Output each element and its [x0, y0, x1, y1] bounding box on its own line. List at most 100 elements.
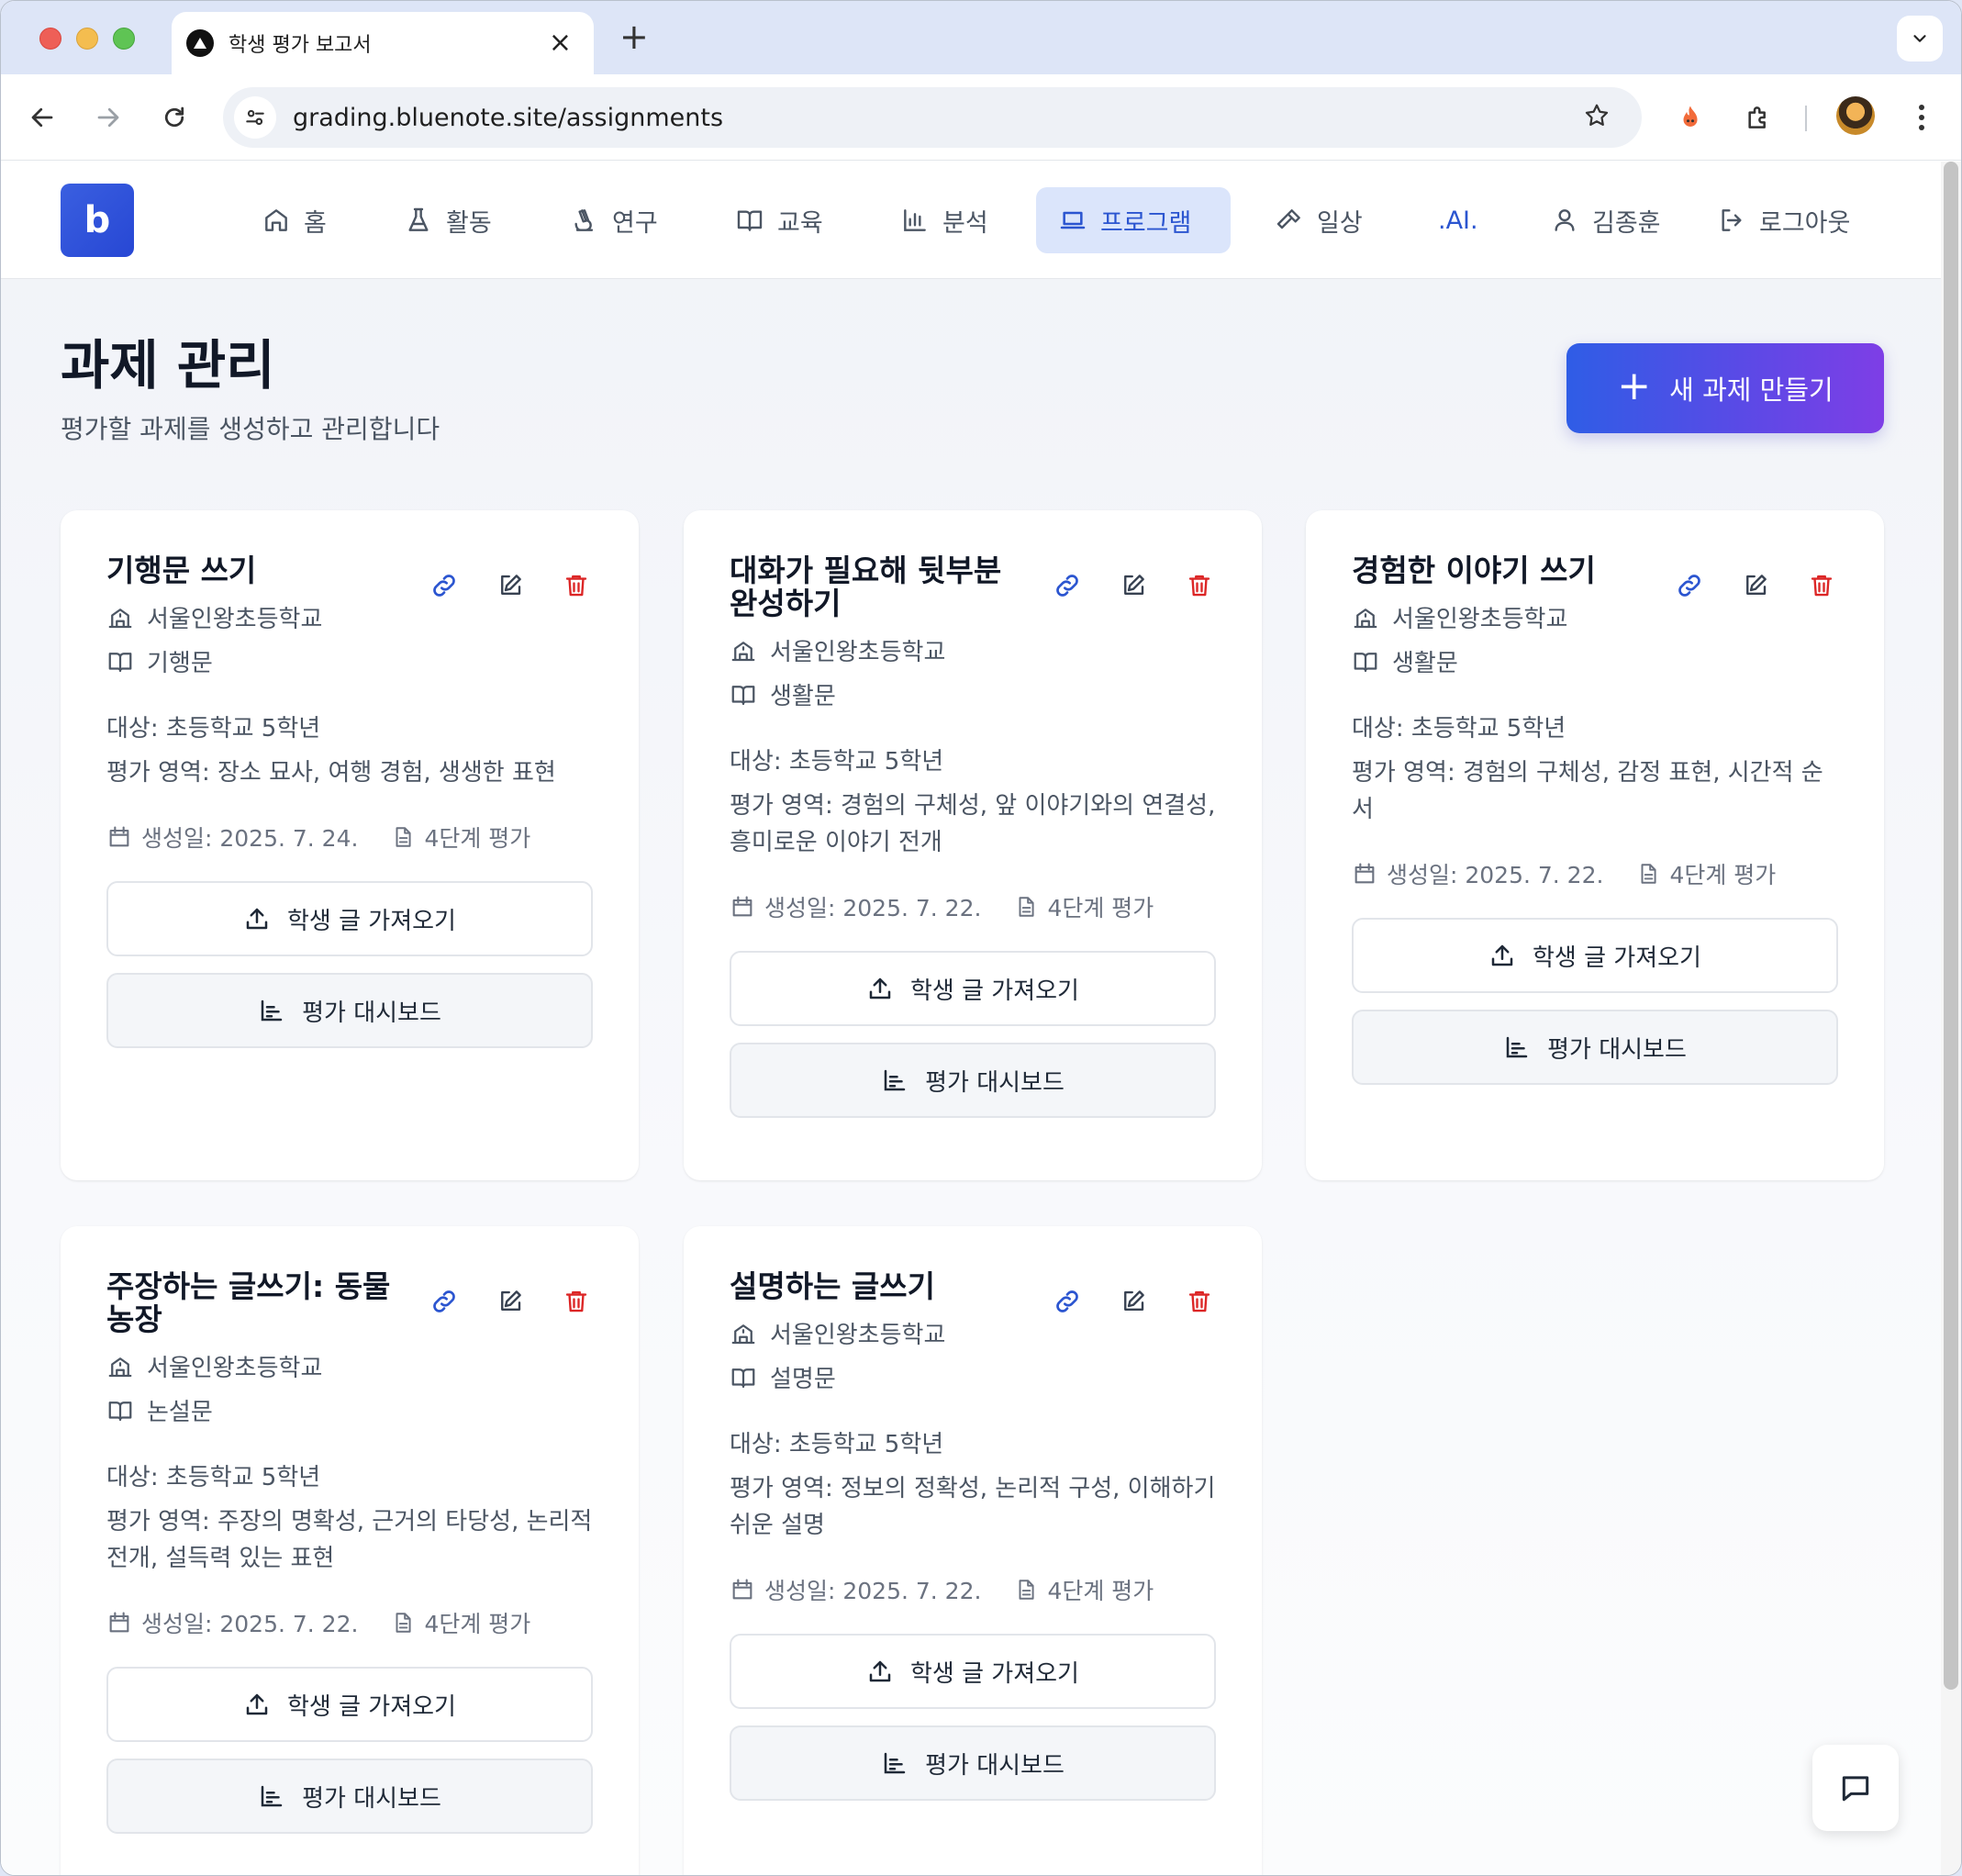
- delete-button[interactable]: [1789, 565, 1855, 606]
- created-date: 생성일: 2025. 7. 22.: [141, 1611, 359, 1637]
- copy-link-button[interactable]: [411, 565, 477, 606]
- evaluation-dashboard-button[interactable]: 평가 대시보드: [730, 1043, 1216, 1118]
- back-button[interactable]: [23, 98, 61, 137]
- copy-link-button[interactable]: [411, 1281, 477, 1322]
- nav-item-user[interactable]: 김종훈: [1528, 187, 1683, 253]
- app-logo[interactable]: b: [61, 184, 134, 257]
- minimize-window-button[interactable]: [76, 28, 98, 50]
- upload-icon: [869, 1660, 891, 1682]
- file-text-icon: [1641, 864, 1657, 884]
- chart-icon: [884, 1069, 906, 1091]
- hammer-icon: [1276, 209, 1300, 229]
- genre-name: 생활문: [1392, 650, 1458, 677]
- edit-button[interactable]: [477, 565, 543, 606]
- nav-item-education[interactable]: 교육: [713, 187, 845, 253]
- url-host: grading.bluenote.site: [293, 103, 558, 132]
- tab-close-icon[interactable]: ×: [549, 29, 572, 57]
- nav-item-home[interactable]: 홈: [240, 187, 349, 253]
- import-student-writing-button[interactable]: 학생 글 가져오기: [730, 951, 1216, 1026]
- levels-text: 4단계 평가: [1047, 1578, 1154, 1604]
- link-icon: [433, 1290, 455, 1312]
- edit-button[interactable]: [1722, 565, 1789, 606]
- arrow-left-icon: [31, 107, 53, 128]
- url-text[interactable]: grading.bluenote.site/assignments: [293, 104, 1583, 132]
- calendar-icon: [732, 896, 752, 917]
- genre-line: 생활문: [1352, 644, 1458, 678]
- delete-button[interactable]: [1166, 565, 1232, 606]
- fire-extension-icon[interactable]: [1669, 96, 1711, 139]
- bookmark-star-icon[interactable]: [1583, 102, 1611, 133]
- edit-button[interactable]: [477, 1281, 543, 1322]
- trash-icon: [565, 575, 587, 597]
- school-icon: [731, 641, 755, 661]
- school-line: 서울인왕초등학교: [106, 1349, 322, 1383]
- dashboard-label: 평가 대시보드: [302, 1784, 441, 1813]
- import-student-writing-button[interactable]: 학생 글 가져오기: [106, 881, 593, 956]
- delete-button[interactable]: [543, 1281, 609, 1322]
- evaluation-dashboard-button[interactable]: 평가 대시보드: [106, 973, 593, 1048]
- nav-label: 일상: [1317, 208, 1363, 238]
- genre-line: 논설문: [106, 1393, 213, 1427]
- levels-text: 4단계 평가: [424, 1611, 531, 1637]
- more-vertical-icon[interactable]: [1901, 96, 1943, 139]
- areas-text: 평가 영역: 경험의 구체성, 앞 이야기와의 연결성, 흥미로운 이야기 전개: [730, 792, 1216, 856]
- tab-search-button[interactable]: [1897, 16, 1943, 61]
- import-student-writing-button[interactable]: 학생 글 가져오기: [106, 1667, 593, 1742]
- puzzle-extensions-icon[interactable]: [1737, 96, 1779, 139]
- page-title: 과제 관리: [61, 334, 275, 396]
- school-icon: [108, 1357, 132, 1377]
- target-text: 대상: 초등학교 5학년: [730, 1431, 944, 1458]
- new-tab-button[interactable]: +: [619, 19, 649, 54]
- profile-avatar[interactable]: [1836, 96, 1875, 135]
- edit-button[interactable]: [1100, 565, 1166, 606]
- chevron-down-icon: [1913, 35, 1926, 42]
- delete-button[interactable]: [1166, 1281, 1232, 1322]
- genre-line: 기행문: [106, 644, 213, 678]
- genre-name: 설명문: [770, 1366, 836, 1393]
- nav-item-logout[interactable]: 로그아웃: [1695, 187, 1872, 253]
- chat-button[interactable]: [1812, 1745, 1899, 1831]
- edit-button[interactable]: [1100, 1281, 1166, 1322]
- copy-link-button[interactable]: [1034, 1281, 1100, 1322]
- nav-label: 연구: [612, 208, 658, 238]
- copy-link-button[interactable]: [1034, 565, 1100, 606]
- link-icon: [1056, 1290, 1078, 1312]
- evaluation-dashboard-button[interactable]: 평가 대시보드: [1352, 1010, 1838, 1085]
- nav-item-program[interactable]: 프로그램: [1036, 187, 1231, 253]
- nav-item-activity[interactable]: 활동: [382, 187, 514, 253]
- forward-button[interactable]: [89, 98, 128, 137]
- file-text-icon: [1019, 1580, 1035, 1600]
- import-student-writing-button[interactable]: 학생 글 가져오기: [1352, 918, 1838, 993]
- dashboard-label: 평가 대시보드: [925, 1751, 1065, 1780]
- created-date: 생성일: 2025. 7. 22.: [764, 895, 982, 921]
- new-assignment-button[interactable]: + 새 과제 만들기: [1566, 343, 1884, 433]
- nav-label: 로그아웃: [1759, 208, 1851, 238]
- microscope-icon: [574, 209, 594, 231]
- import-label: 학생 글 가져오기: [287, 907, 456, 935]
- close-window-button[interactable]: [39, 28, 61, 50]
- school-line: 서울인왕초등학교: [730, 633, 945, 667]
- browser-tab[interactable]: 학생 평가 보고서 ×: [172, 12, 594, 74]
- maximize-window-button[interactable]: [113, 28, 135, 50]
- assignment-title: 설명하는 글쓰기: [730, 1268, 936, 1304]
- reload-button[interactable]: [155, 98, 194, 137]
- assignment-card: 기행문 쓰기 서울인왕초등학교 기행문 대상: 초등학교 5학년 평가 영역: …: [61, 510, 639, 1180]
- nav-item-daily[interactable]: 일상: [1253, 187, 1385, 253]
- copy-link-button[interactable]: [1656, 565, 1722, 606]
- delete-button[interactable]: [543, 565, 609, 606]
- browser-window: 학생 평가 보고서 × + grading.bluenote.site/assi…: [0, 0, 1962, 1876]
- scrollbar-thumb[interactable]: [1944, 162, 1958, 1690]
- address-bar[interactable]: grading.bluenote.site/assignments: [223, 87, 1642, 148]
- chart-icon: [261, 999, 283, 1022]
- evaluation-dashboard-button[interactable]: 평가 대시보드: [106, 1759, 593, 1834]
- site-settings-icon[interactable]: [234, 96, 276, 139]
- nav-item-research[interactable]: 연구: [548, 187, 680, 253]
- assignment-title: 경험한 이야기 쓰기: [1352, 553, 1596, 588]
- browser-toolbar: grading.bluenote.site/assignments: [1, 74, 1961, 161]
- import-student-writing-button[interactable]: 학생 글 가져오기: [730, 1634, 1216, 1709]
- assignment-card: 설명하는 글쓰기 서울인왕초등학교 설명문 대상: 초등학교 5학년 평가 영역…: [684, 1226, 1262, 1875]
- plus-icon: +: [1617, 363, 1652, 409]
- nav-item-analysis[interactable]: 분석: [878, 187, 1010, 253]
- nav-item-ai[interactable]: .AI.: [1416, 187, 1500, 253]
- evaluation-dashboard-button[interactable]: 평가 대시보드: [730, 1725, 1216, 1801]
